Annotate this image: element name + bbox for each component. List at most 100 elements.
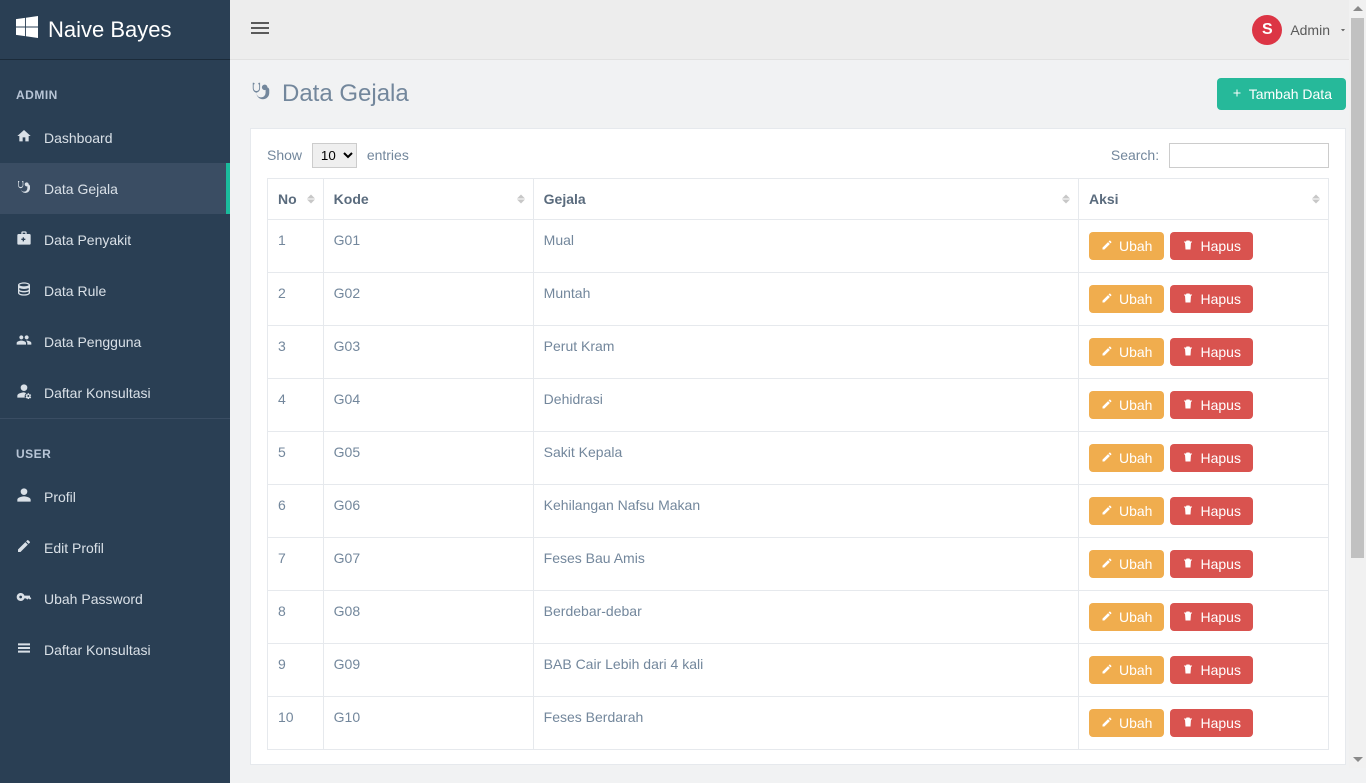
brand-text: Naive Bayes: [48, 17, 172, 43]
sidebar-item-label: Dashboard: [44, 130, 113, 146]
scroll-thumb[interactable]: [1351, 18, 1364, 558]
delete-button[interactable]: Hapus: [1170, 444, 1252, 472]
windows-icon: [16, 16, 38, 44]
sidebar-item-profil[interactable]: Profil: [0, 471, 230, 522]
edit-button[interactable]: Ubah: [1089, 550, 1164, 578]
table-row: 3G03Perut KramUbahHapus: [268, 326, 1329, 379]
delete-button[interactable]: Hapus: [1170, 391, 1252, 419]
sidebar: Naive Bayes ADMIN Dashboard Data Gejala Dat…: [0, 0, 230, 783]
cell-kode: G09: [323, 644, 533, 697]
column-header[interactable]: Aksi: [1079, 179, 1329, 220]
edit-icon: [1101, 503, 1113, 519]
trash-icon: [1182, 556, 1194, 572]
sidebar-item-daftar-konsultasi-user[interactable]: Daftar Konsultasi: [0, 624, 230, 675]
edit-button[interactable]: Ubah: [1089, 391, 1164, 419]
sidebar-section-title: USER: [0, 419, 230, 471]
user-label: Admin: [1290, 22, 1330, 38]
delete-button[interactable]: Hapus: [1170, 338, 1252, 366]
edit-icon: [1101, 450, 1113, 466]
trash-icon: [1182, 344, 1194, 360]
search-control: Search:: [1111, 143, 1329, 168]
sidebar-item-data-rule[interactable]: Data Rule: [0, 265, 230, 316]
edit-button[interactable]: Ubah: [1089, 709, 1164, 737]
cell-gejala: Kehilangan Nafsu Makan: [533, 485, 1078, 538]
cell-no: 3: [268, 326, 324, 379]
user-avatar: S: [1252, 15, 1282, 45]
sort-icon: [307, 195, 315, 204]
cell-no: 2: [268, 273, 324, 326]
edit-button[interactable]: Ubah: [1089, 338, 1164, 366]
cell-kode: G05: [323, 432, 533, 485]
edit-icon: [1101, 397, 1113, 413]
menu-toggle-button[interactable]: [248, 16, 272, 43]
cell-kode: G10: [323, 697, 533, 750]
table-row: 1G01MualUbahHapus: [268, 220, 1329, 273]
sidebar-item-edit-profil[interactable]: Edit Profil: [0, 522, 230, 573]
search-input[interactable]: [1169, 143, 1329, 168]
sidebar-item-label: Ubah Password: [44, 591, 143, 607]
sort-icon: [1312, 195, 1320, 204]
user-icon: [16, 487, 32, 506]
edit-button[interactable]: Ubah: [1089, 656, 1164, 684]
edit-button[interactable]: Ubah: [1089, 497, 1164, 525]
trash-icon: [1182, 503, 1194, 519]
delete-button[interactable]: Hapus: [1170, 603, 1252, 631]
column-header[interactable]: Kode: [323, 179, 533, 220]
cell-no: 4: [268, 379, 324, 432]
column-header[interactable]: No: [268, 179, 324, 220]
sidebar-item-ubah-password[interactable]: Ubah Password: [0, 573, 230, 624]
cell-gejala: Feses Berdarah: [533, 697, 1078, 750]
edit-button[interactable]: Ubah: [1089, 444, 1164, 472]
sidebar-item-data-gejala[interactable]: Data Gejala: [0, 163, 230, 214]
edit-button[interactable]: Ubah: [1089, 232, 1164, 260]
table-row: 7G07Feses Bau AmisUbahHapus: [268, 538, 1329, 591]
cell-aksi: UbahHapus: [1079, 326, 1329, 379]
sidebar-item-data-penyakit[interactable]: Data Penyakit: [0, 214, 230, 265]
cell-kode: G06: [323, 485, 533, 538]
sidebar-item-data-pengguna[interactable]: Data Pengguna: [0, 316, 230, 367]
scroll-down-button[interactable]: [1349, 751, 1366, 768]
list-icon: [16, 640, 32, 659]
sidebar-item-daftar-konsultasi-admin[interactable]: Daftar Konsultasi: [0, 367, 230, 418]
column-header[interactable]: Gejala: [533, 179, 1078, 220]
table-row: 10G10Feses Berdarah UbahHapus: [268, 697, 1329, 750]
stethoscope-icon: [16, 179, 32, 198]
cell-aksi: UbahHapus: [1079, 538, 1329, 591]
scroll-up-button[interactable]: [1349, 0, 1366, 17]
cell-gejala: Mual: [533, 220, 1078, 273]
sidebar-item-label: Data Gejala: [44, 181, 118, 197]
cell-aksi: UbahHapus: [1079, 220, 1329, 273]
trash-icon: [1182, 238, 1194, 254]
brand[interactable]: Naive Bayes: [0, 0, 230, 60]
cell-no: 7: [268, 538, 324, 591]
scrollbar[interactable]: [1349, 0, 1366, 768]
table-row: 4G04DehidrasiUbahHapus: [268, 379, 1329, 432]
edit-button[interactable]: Ubah: [1089, 285, 1164, 313]
cell-no: 10: [268, 697, 324, 750]
cell-no: 6: [268, 485, 324, 538]
trash-icon: [1182, 397, 1194, 413]
delete-button[interactable]: Hapus: [1170, 656, 1252, 684]
delete-button[interactable]: Hapus: [1170, 550, 1252, 578]
delete-button[interactable]: Hapus: [1170, 285, 1252, 313]
cell-aksi: UbahHapus: [1079, 432, 1329, 485]
sidebar-item-label: Data Pengguna: [44, 334, 141, 350]
sidebar-section-title: ADMIN: [0, 60, 230, 112]
table-row: 8G08Berdebar-debarUbahHapus: [268, 591, 1329, 644]
delete-button[interactable]: Hapus: [1170, 232, 1252, 260]
sort-icon: [517, 195, 525, 204]
cell-kode: G03: [323, 326, 533, 379]
edit-icon: [1101, 556, 1113, 572]
cell-gejala: Sakit Kepala: [533, 432, 1078, 485]
cell-gejala: Berdebar-debar: [533, 591, 1078, 644]
cell-gejala: BAB Cair Lebih dari 4 kali: [533, 644, 1078, 697]
user-menu[interactable]: S Admin: [1252, 15, 1348, 45]
edit-button[interactable]: Ubah: [1089, 603, 1164, 631]
delete-button[interactable]: Hapus: [1170, 709, 1252, 737]
sidebar-item-dashboard[interactable]: Dashboard: [0, 112, 230, 163]
cell-kode: G02: [323, 273, 533, 326]
page-title: Data Gejala: [250, 80, 409, 109]
add-data-button[interactable]: Tambah Data: [1217, 78, 1346, 110]
delete-button[interactable]: Hapus: [1170, 497, 1252, 525]
entries-select[interactable]: 10: [312, 143, 357, 168]
